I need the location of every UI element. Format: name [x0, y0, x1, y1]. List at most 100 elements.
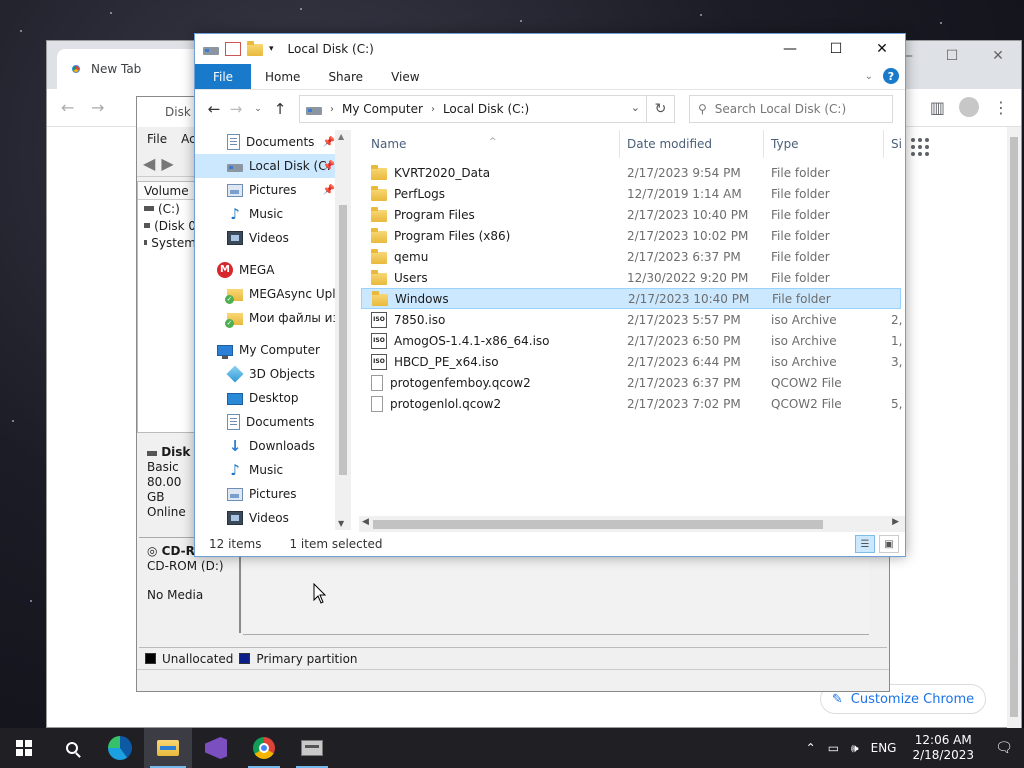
- chrome-forward-icon[interactable]: →: [91, 98, 104, 117]
- file-row[interactable]: PerfLogs 12/7/2019 1:14 AM File folder: [361, 183, 901, 204]
- file-row[interactable]: Program Files (x86) 2/17/2023 10:02 PM Fil…: [361, 225, 901, 246]
- google-apps-icon[interactable]: [911, 138, 930, 156]
- back-arrow-icon[interactable]: ←: [203, 100, 225, 118]
- column-type[interactable]: Type: [771, 137, 799, 151]
- chrome-back-icon[interactable]: ←: [61, 98, 74, 117]
- language-indicator[interactable]: ENG: [865, 741, 903, 755]
- nav-item[interactable]: Videos: [195, 226, 351, 250]
- dm-vertical-scrollbar[interactable]: [871, 559, 887, 647]
- navigation-pane-scrollbar[interactable]: ▲ ▼: [335, 130, 351, 530]
- network-icon[interactable]: ▭: [822, 741, 845, 755]
- ribbon-expand-icon[interactable]: ⌄: [865, 71, 873, 82]
- nav-item[interactable]: ♪ Music: [195, 202, 351, 226]
- file-row[interactable]: Program Files 2/17/2023 10:40 PM File fold…: [361, 204, 901, 225]
- chrome-tab-new-tab[interactable]: New Tab: [57, 49, 207, 89]
- taskbar-file-explorer[interactable]: [144, 728, 192, 768]
- file-row[interactable]: ISO AmogOS-1.4.1-x86_64.iso 2/17/2023 6:50…: [361, 330, 902, 351]
- chrome-scrollbar[interactable]: [1007, 127, 1021, 729]
- taskbar-visual-studio[interactable]: [192, 728, 240, 768]
- nav-item[interactable]: MEGAsync Uplo: [195, 282, 351, 306]
- nav-item[interactable]: Pictures: [195, 482, 351, 506]
- volume-row[interactable]: System: [138, 234, 196, 251]
- nav-item[interactable]: Documents: [195, 410, 351, 434]
- file-row[interactable]: qemu 2/17/2023 6:37 PM File folder: [361, 246, 901, 267]
- pin-icon[interactable]: 📌: [323, 137, 335, 148]
- breadcrumb-my-computer[interactable]: My Computer: [342, 102, 423, 116]
- scroll-down-icon[interactable]: ▼: [338, 519, 344, 528]
- show-hidden-icons-icon[interactable]: ⌃: [800, 741, 822, 755]
- explorer-maximize-button[interactable]: ☐: [813, 34, 859, 64]
- column-name[interactable]: Name: [371, 137, 406, 151]
- explorer-minimize-button[interactable]: —: [767, 34, 813, 64]
- notification-center-icon[interactable]: 🗨: [984, 740, 1024, 756]
- nav-item[interactable]: Мои файлы из: [195, 306, 351, 330]
- file-row[interactable]: Users 12/30/2022 9:20 PM File folder: [361, 267, 901, 288]
- ribbon-tab-share[interactable]: Share: [314, 64, 377, 89]
- nav-item[interactable]: My Computer: [195, 338, 351, 362]
- pin-icon[interactable]: 📌: [323, 185, 335, 196]
- taskbar-edge[interactable]: [96, 728, 144, 768]
- large-icons-view-icon[interactable]: ▣: [879, 535, 899, 553]
- breadcrumb-local-disk[interactable]: Local Disk (C:): [443, 102, 529, 116]
- file-row[interactable]: Windows 2/17/2023 10:40 PM File folder: [361, 288, 901, 309]
- profile-avatar-icon[interactable]: [959, 97, 979, 117]
- address-dropdown-icon[interactable]: ⌄: [631, 101, 640, 114]
- up-arrow-icon[interactable]: ↑: [269, 100, 291, 118]
- scroll-up-icon[interactable]: ▲: [338, 132, 344, 141]
- nav-item[interactable]: Documents 📌: [195, 130, 351, 154]
- file-list-horizontal-scrollbar[interactable]: ◀ ▶: [359, 516, 905, 532]
- taskbar-chrome[interactable]: [240, 728, 288, 768]
- nav-item[interactable]: Pictures 📌: [195, 178, 351, 202]
- volume-row[interactable]: (C:): [138, 200, 196, 217]
- ribbon-tab-view[interactable]: View: [377, 64, 433, 89]
- scroll-right-icon[interactable]: ▶: [892, 517, 899, 527]
- cdrom-partition-area[interactable]: [243, 559, 869, 635]
- volume-column-header[interactable]: Volume: [138, 182, 196, 200]
- dm-menu-file[interactable]: File: [147, 132, 167, 146]
- taskbar-search-button[interactable]: [48, 728, 96, 768]
- forward-arrow-icon[interactable]: →: [225, 100, 247, 118]
- nav-item[interactable]: Desktop: [195, 386, 351, 410]
- quick-access-dropdown-icon[interactable]: ▾: [269, 44, 274, 54]
- search-input[interactable]: ⚲ Search Local Disk (C:): [689, 95, 893, 123]
- chrome-close-button[interactable]: ✕: [975, 41, 1021, 71]
- file-row[interactable]: protogenfemboy.qcow2 2/17/2023 6:37 PM QCO…: [361, 372, 901, 393]
- nav-item[interactable]: Local Disk (C: 📌: [195, 154, 351, 178]
- column-size[interactable]: Si: [891, 137, 902, 151]
- properties-quick-icon[interactable]: [225, 42, 241, 56]
- pin-icon[interactable]: 📌: [323, 161, 335, 172]
- nav-item[interactable]: Videos: [195, 506, 351, 530]
- dm-forward-icon[interactable]: ▶: [161, 154, 173, 173]
- file-row[interactable]: ISO HBCD_PE_x64.iso 2/17/2023 6:44 PM iso A…: [361, 351, 902, 372]
- nav-item[interactable]: 3D Objects: [195, 362, 351, 386]
- chrome-menu-icon[interactable]: ⋮: [993, 98, 1009, 117]
- column-date-modified[interactable]: Date modified: [627, 137, 712, 151]
- new-folder-quick-icon[interactable]: [247, 41, 263, 56]
- start-button[interactable]: [0, 728, 48, 768]
- refresh-button[interactable]: ↻: [647, 95, 675, 123]
- nav-item[interactable]: ↓ Downloads: [195, 434, 351, 458]
- clock[interactable]: 12:06 AM 2/18/2023: [902, 733, 984, 763]
- file-row[interactable]: KVRT2020_Data 2/17/2023 9:54 PM File folde…: [361, 162, 901, 183]
- scrollbar-thumb[interactable]: [373, 520, 823, 529]
- nav-item[interactable]: ♪ Music: [195, 458, 351, 482]
- chrome-maximize-button[interactable]: ☐: [929, 41, 975, 71]
- dm-back-icon[interactable]: ◀: [143, 154, 155, 173]
- recent-locations-icon[interactable]: ⌄: [247, 104, 269, 114]
- help-icon[interactable]: ?: [883, 68, 899, 84]
- ribbon-tab-home[interactable]: Home: [251, 64, 314, 89]
- ribbon-tab-file[interactable]: File: [195, 64, 251, 89]
- scroll-left-icon[interactable]: ◀: [362, 517, 369, 527]
- address-bar[interactable]: › My Computer › Local Disk (C:) ⌄: [299, 95, 647, 123]
- file-row[interactable]: ISO 7850.iso 2/17/2023 5:57 PM iso Archive 2…: [361, 309, 902, 330]
- details-view-icon[interactable]: ☰: [855, 535, 875, 553]
- volume-row[interactable]: (Disk 0: [138, 217, 196, 234]
- nav-item[interactable]: M MEGA: [195, 258, 351, 282]
- side-panel-icon[interactable]: ▥: [930, 98, 945, 117]
- explorer-close-button[interactable]: ✕: [859, 34, 905, 64]
- file-row[interactable]: protogenlol.qcow2 2/17/2023 7:02 PM QCOW2 …: [361, 393, 902, 414]
- disk0-info[interactable]: Disk Basic 80.00 GB Online: [139, 439, 195, 535]
- volume-icon[interactable]: 🕪: [845, 741, 865, 756]
- taskbar-disk-management[interactable]: [288, 728, 336, 768]
- scrollbar-thumb[interactable]: [339, 205, 347, 475]
